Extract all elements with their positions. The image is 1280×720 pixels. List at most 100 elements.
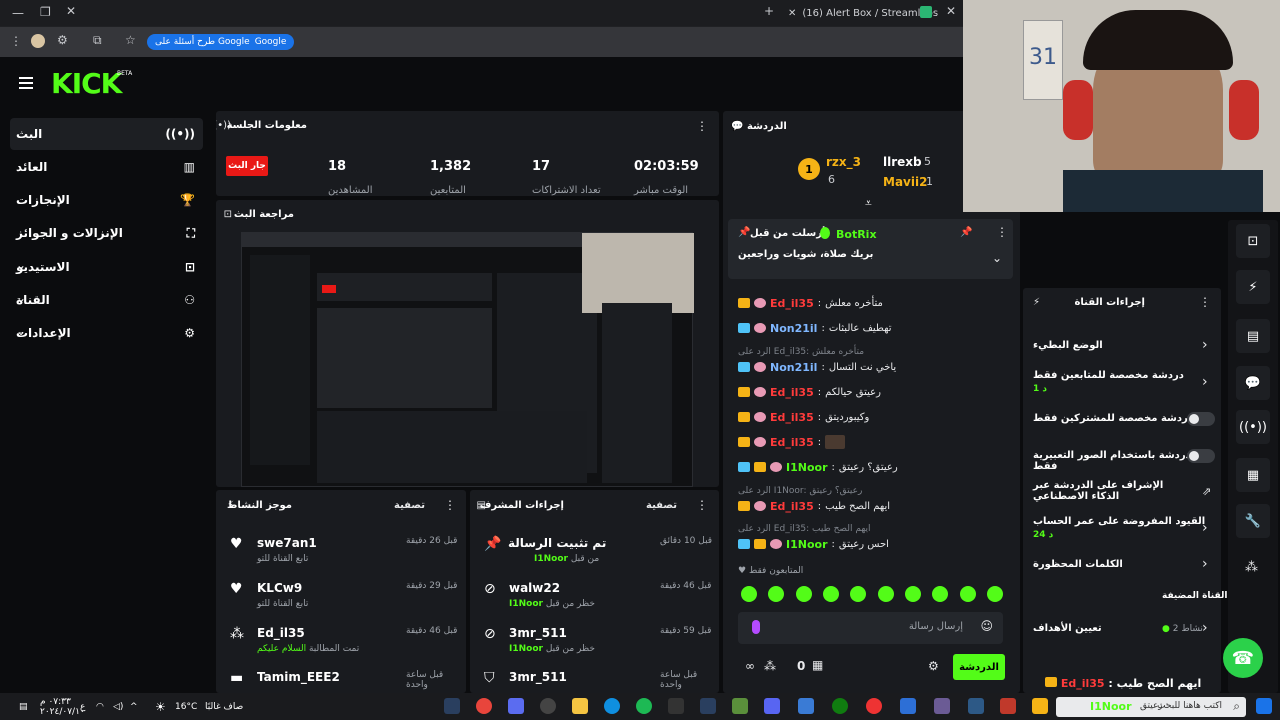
emote[interactable] xyxy=(932,586,949,602)
redeem-icon[interactable]: ⁂ xyxy=(764,659,776,673)
chevron-down-icon[interactable]: ⌄ xyxy=(992,251,1002,265)
chat-message[interactable]: Ed_il35: xyxy=(738,433,1013,451)
more-icon[interactable]: ⋮ xyxy=(696,498,708,512)
app-icon[interactable] xyxy=(508,698,524,714)
chevron-down-icon[interactable]: ⌄ xyxy=(16,291,26,305)
edge-icon[interactable] xyxy=(604,698,620,714)
emote[interactable] xyxy=(904,586,921,602)
chat-message[interactable]: Non21il: ياخي نت التسال xyxy=(738,358,1013,376)
layout-icon[interactable]: ▦ xyxy=(1236,458,1270,492)
emote[interactable] xyxy=(850,586,867,602)
subs-only-toggle[interactable] xyxy=(1187,412,1215,426)
more-icon[interactable]: ⋮ xyxy=(444,498,456,512)
hamburger-icon[interactable] xyxy=(19,77,33,89)
sidebar-item-channel[interactable]: القناة ⚇ xyxy=(10,284,203,316)
sidebar-item-revenue[interactable]: العائد ▥ xyxy=(10,151,203,183)
app-icon[interactable] xyxy=(1032,698,1048,714)
leader-2-name[interactable]: llrexb xyxy=(883,155,922,169)
mic-icon[interactable] xyxy=(752,620,760,634)
app-icon[interactable] xyxy=(866,698,882,714)
emote[interactable] xyxy=(877,586,894,602)
lang-indicator[interactable]: ع xyxy=(80,702,85,712)
filter-button[interactable]: تصفية xyxy=(394,500,425,511)
sidebar-item-drops[interactable]: الإنزالات و الجوائز ⛶ xyxy=(10,217,203,249)
close-tab-icon[interactable]: ✕ xyxy=(788,8,796,19)
chat-message[interactable]: Non21il: تهطيف عالبثات xyxy=(738,319,1013,337)
app-icon[interactable] xyxy=(934,698,950,714)
emote[interactable] xyxy=(768,586,785,602)
external-link-icon[interactable]: ⇗ xyxy=(1202,485,1211,498)
chevron-right-icon[interactable]: › xyxy=(1202,337,1208,353)
chat-message[interactable]: I1Noor: احس رعيتق xyxy=(738,535,1013,553)
steam-icon[interactable] xyxy=(444,698,460,714)
emoji-icon[interactable]: ☺ xyxy=(980,619,993,633)
stream-preview-video[interactable] xyxy=(241,232,694,487)
xbox-icon[interactable] xyxy=(832,698,848,714)
obs-icon[interactable] xyxy=(540,698,556,714)
unpin-icon[interactable]: 📌 xyxy=(960,227,972,238)
chat-message[interactable]: I1Noor: رعيتق؟ رعيتق xyxy=(738,458,1013,476)
emotes-only-toggle[interactable] xyxy=(1187,449,1215,463)
bolt-icon[interactable]: ⚡ xyxy=(1236,270,1270,304)
minecraft-icon[interactable] xyxy=(732,698,748,714)
emote[interactable] xyxy=(795,586,812,602)
send-chat-button[interactable]: الدردشة xyxy=(953,654,1005,680)
menu-dots-icon[interactable]: ⋮ xyxy=(10,34,22,48)
filter-button[interactable]: تصفية xyxy=(646,500,677,511)
close-window-icon[interactable]: ✕ xyxy=(66,4,76,18)
steam-icon[interactable] xyxy=(700,698,716,714)
leader-3-name[interactable]: Mavii2 xyxy=(883,175,927,189)
volume-icon[interactable]: ◁) xyxy=(113,702,123,712)
infinity-icon[interactable]: ∞ xyxy=(745,659,755,673)
chat-input[interactable]: إرسال رسالة ☺ xyxy=(738,612,1003,644)
store-icon[interactable]: ▦ xyxy=(812,658,823,672)
more-icon[interactable]: ⋮ xyxy=(696,119,708,133)
kick-logo[interactable]: KICK xyxy=(51,67,122,100)
collapse-icon[interactable]: ⩡ xyxy=(865,196,872,211)
leader-1-name[interactable]: rzx_3 xyxy=(826,155,861,169)
weather-temp[interactable]: 16°C xyxy=(175,702,197,712)
chat-icon[interactable]: 💬 xyxy=(1236,366,1270,400)
minimize-icon[interactable]: — xyxy=(12,6,24,20)
sidebar-item-achievements[interactable]: الإنجازات 🏆 xyxy=(10,184,203,216)
profile-avatar[interactable] xyxy=(31,34,45,48)
chevron-down-icon[interactable]: ⌄ xyxy=(16,258,26,272)
camera-icon[interactable]: ⊡ xyxy=(1236,224,1270,258)
extensions-icon[interactable]: ⧉ xyxy=(93,33,102,48)
tab-streamlabs[interactable]: ✕ (16) Alert Box / Streamlabs xyxy=(788,3,938,23)
more-icon[interactable]: ⋮ xyxy=(1199,295,1211,309)
restore-icon[interactable]: ❐ xyxy=(40,5,51,19)
emote[interactable] xyxy=(986,586,1003,602)
gear-icon[interactable]: ⚙ xyxy=(928,659,939,673)
google-ask-pill[interactable]: طرح أسئلة على Google Google xyxy=(147,34,295,50)
chat-message[interactable]: Ed_il35: رعيتق حيالكم xyxy=(738,383,1013,401)
chevron-right-icon[interactable]: › xyxy=(1202,556,1208,572)
kick-tab-favicon[interactable] xyxy=(920,6,932,18)
tune-icon[interactable]: ⚙ xyxy=(57,33,68,47)
discord-icon[interactable] xyxy=(764,698,780,714)
notification-icon[interactable]: ▤ xyxy=(19,702,28,712)
close-active-tab-icon[interactable]: ✕ xyxy=(946,4,956,18)
sidebar-item-settings[interactable]: الإعدادات ⚙ xyxy=(10,317,203,349)
sidebar-item-stream[interactable]: البث ((•)) xyxy=(10,118,203,150)
emote[interactable] xyxy=(822,586,839,602)
chat-message[interactable]: Ed_il35: وكيبورديتق xyxy=(738,408,1013,426)
more-icon[interactable]: ⋮ xyxy=(996,225,1008,239)
chat-message[interactable]: Ed_il35: ايهم الصح طيب xyxy=(738,497,1013,515)
emote[interactable] xyxy=(959,586,976,602)
chevron-right-icon[interactable]: › xyxy=(1202,520,1208,536)
app-icon[interactable] xyxy=(668,698,684,714)
wifi-icon[interactable]: ◠ xyxy=(96,702,104,712)
users-icon[interactable]: ⁂ xyxy=(1245,560,1258,575)
chrome-icon[interactable] xyxy=(476,698,492,714)
goals-label[interactable]: تعيين الأهداف xyxy=(1033,623,1102,634)
document-icon[interactable]: ▤ xyxy=(1236,319,1270,353)
wrench-icon[interactable]: 🔧 xyxy=(1236,504,1270,538)
chevron-right-icon[interactable]: › xyxy=(1202,620,1208,636)
spotify-icon[interactable] xyxy=(636,698,652,714)
taskbar-search[interactable]: اكتب هاهنا للبحث ⌕ I1Noor رعيتق : xyxy=(1056,697,1246,717)
store-icon[interactable] xyxy=(798,698,814,714)
folder-icon[interactable] xyxy=(572,698,588,714)
app-icon[interactable] xyxy=(1000,698,1016,714)
star-icon[interactable]: ☆ xyxy=(125,33,136,47)
